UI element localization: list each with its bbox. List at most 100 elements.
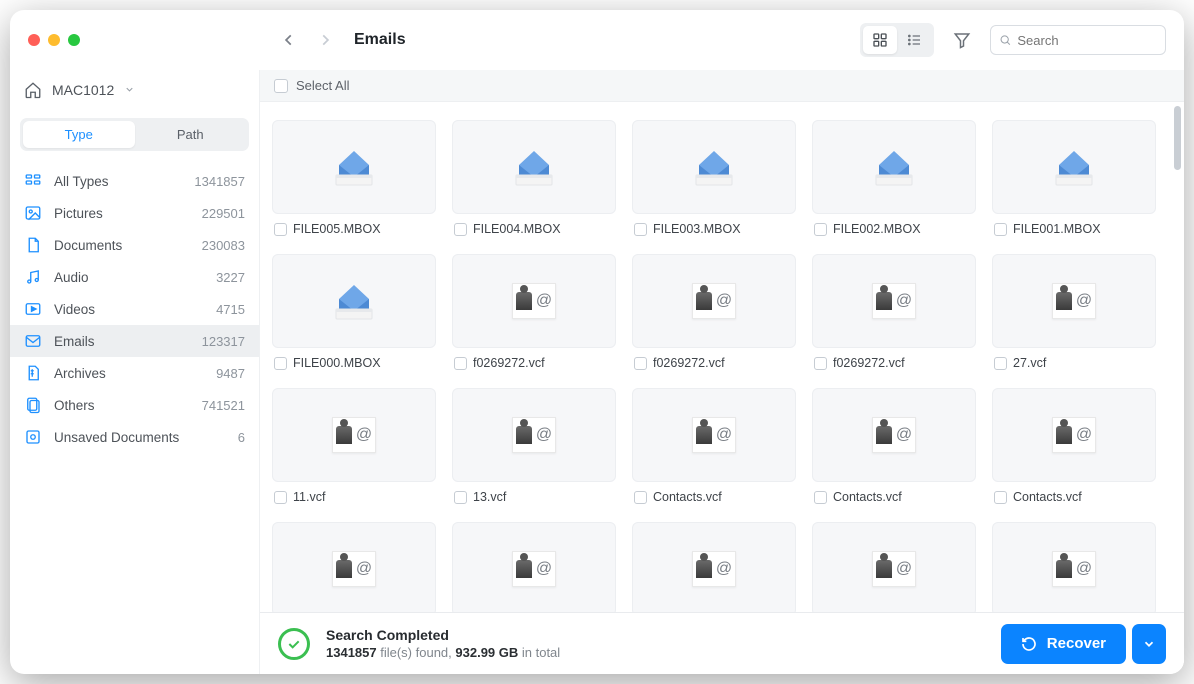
file-checkbox[interactable] <box>814 357 827 370</box>
file-card[interactable]: @ <box>272 522 436 612</box>
file-card[interactable]: @Contacts.vcf <box>632 388 796 504</box>
file-card[interactable]: @ f0269272.vcf <box>812 254 976 370</box>
search-icon <box>999 33 1011 47</box>
category-icon <box>24 236 42 254</box>
file-thumbnail: @ <box>632 522 796 612</box>
footer: Search Completed 1341857 file(s) found, … <box>260 612 1184 674</box>
search-input[interactable] <box>1017 33 1157 48</box>
back-button[interactable] <box>280 31 298 49</box>
file-name: Contacts.vcf <box>833 490 902 504</box>
file-checkbox[interactable] <box>994 357 1007 370</box>
file-card[interactable]: @11.vcf <box>272 388 436 504</box>
location-selector[interactable]: MAC1012 <box>10 70 259 110</box>
maximize-window-button[interactable] <box>68 34 80 46</box>
file-name: 11.vcf <box>293 490 325 504</box>
sidebar-item-all-types[interactable]: All Types1341857 <box>10 165 259 197</box>
file-checkbox[interactable] <box>634 223 647 236</box>
chevron-down-icon <box>1142 637 1156 651</box>
filter-button[interactable] <box>948 26 976 54</box>
file-thumbnail: @ <box>272 388 436 482</box>
file-checkbox[interactable] <box>454 491 467 504</box>
file-checkbox[interactable] <box>994 491 1007 504</box>
file-checkbox[interactable] <box>274 491 287 504</box>
forward-button[interactable] <box>316 31 334 49</box>
vcf-icon: @ <box>512 283 556 319</box>
file-checkbox[interactable] <box>454 357 467 370</box>
file-name: Contacts.vcf <box>1013 490 1082 504</box>
vcf-icon: @ <box>692 551 736 587</box>
recover-button[interactable]: Recover <box>1001 624 1126 664</box>
file-card[interactable]: FILE000.MBOX <box>272 254 436 370</box>
recover-dropdown-button[interactable] <box>1132 624 1166 664</box>
category-label: Videos <box>54 302 95 317</box>
sidebar-item-archives[interactable]: Archives9487 <box>10 357 259 389</box>
sidebar-item-documents[interactable]: Documents230083 <box>10 229 259 261</box>
file-card[interactable]: @ <box>632 522 796 612</box>
file-card[interactable]: @ <box>452 522 616 612</box>
file-card[interactable]: @ Contacts.vcf <box>812 388 976 504</box>
file-card[interactable]: @ <box>992 522 1156 612</box>
file-card[interactable]: FILE002.MBOX <box>812 120 976 236</box>
category-icon <box>24 332 42 350</box>
window-controls <box>10 34 260 46</box>
file-card[interactable]: @ f0269272.vcf <box>452 254 616 370</box>
file-grid-scroll[interactable]: FILE005.MBOXFILE004.MBOX FILE003.MBOX FILE… <box>260 102 1184 612</box>
file-card[interactable]: @ Contacts.vcf <box>992 388 1156 504</box>
tab-path[interactable]: Path <box>135 121 247 148</box>
search-box[interactable] <box>990 25 1166 55</box>
file-checkbox[interactable] <box>454 223 467 236</box>
home-icon <box>24 81 42 99</box>
sidebar-item-pictures[interactable]: Pictures229501 <box>10 197 259 229</box>
file-thumbnail: @ <box>812 254 976 348</box>
minimize-window-button[interactable] <box>48 34 60 46</box>
file-thumbnail: @ <box>992 522 1156 612</box>
file-thumbnail: @ <box>992 254 1156 348</box>
category-count: 741521 <box>202 398 245 413</box>
file-thumbnail: @ <box>632 388 796 482</box>
vcf-icon: @ <box>512 551 556 587</box>
select-all-checkbox[interactable] <box>274 79 288 93</box>
file-checkbox[interactable] <box>634 491 647 504</box>
status-text: Search Completed 1341857 file(s) found, … <box>326 627 560 660</box>
file-card[interactable]: @27.vcf <box>992 254 1156 370</box>
main-panel: Select All FILE005.MBOXFILE004.MBOXFILE0… <box>260 70 1184 674</box>
vcf-icon: @ <box>872 283 916 319</box>
category-label: All Types <box>54 174 109 189</box>
file-name: f0269272.vcf <box>473 356 545 370</box>
category-count: 6 <box>238 430 245 445</box>
file-name: f0269272.vcf <box>833 356 905 370</box>
file-checkbox[interactable] <box>274 357 287 370</box>
file-card[interactable]: @ <box>812 522 976 612</box>
list-view-button[interactable] <box>897 26 931 54</box>
category-count: 3227 <box>216 270 245 285</box>
vcf-icon: @ <box>1052 417 1096 453</box>
file-checkbox[interactable] <box>814 223 827 236</box>
file-checkbox[interactable] <box>634 357 647 370</box>
category-label: Documents <box>54 238 122 253</box>
mbox-icon <box>1051 147 1097 187</box>
file-card[interactable]: @f0269272.vcf <box>632 254 796 370</box>
grid-view-button[interactable] <box>863 26 897 54</box>
file-thumbnail: @ <box>812 388 976 482</box>
file-checkbox[interactable] <box>994 223 1007 236</box>
scrollbar-thumb[interactable] <box>1174 106 1181 170</box>
file-card[interactable]: FILE001.MBOX <box>992 120 1156 236</box>
file-checkbox[interactable] <box>814 491 827 504</box>
sidebar-item-videos[interactable]: Videos4715 <box>10 293 259 325</box>
file-name: FILE003.MBOX <box>653 222 741 236</box>
file-card[interactable]: @13.vcf <box>452 388 616 504</box>
file-thumbnail <box>272 254 436 348</box>
file-card[interactable]: FILE003.MBOX <box>632 120 796 236</box>
file-card[interactable]: FILE005.MBOX <box>272 120 436 236</box>
sidebar-item-others[interactable]: Others741521 <box>10 389 259 421</box>
sidebar-item-audio[interactable]: Audio3227 <box>10 261 259 293</box>
sidebar-item-emails[interactable]: Emails123317 <box>10 325 259 357</box>
file-card[interactable]: FILE004.MBOX <box>452 120 616 236</box>
category-icon <box>24 300 42 318</box>
titlebar: Emails <box>10 10 1184 70</box>
category-icon <box>24 396 42 414</box>
close-window-button[interactable] <box>28 34 40 46</box>
sidebar-item-unsaved-documents[interactable]: Unsaved Documents6 <box>10 421 259 453</box>
tab-type[interactable]: Type <box>23 121 135 148</box>
file-checkbox[interactable] <box>274 223 287 236</box>
